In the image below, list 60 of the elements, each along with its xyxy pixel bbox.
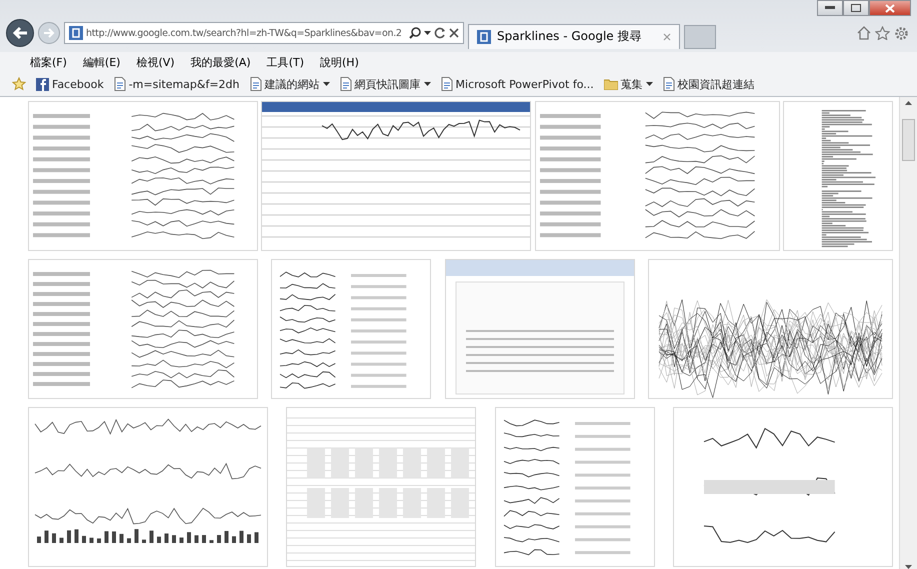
- scrollbar[interactable]: [899, 97, 917, 569]
- back-button[interactable]: [6, 19, 34, 47]
- minimize-button[interactable]: [817, 0, 843, 16]
- page-icon: [440, 77, 453, 91]
- menu-item[interactable]: 檔案(F): [30, 54, 67, 70]
- refresh-icon[interactable]: [434, 27, 446, 39]
- close-icon[interactable]: [663, 32, 672, 40]
- image-thumbnail[interactable]: [494, 407, 655, 567]
- minimize-icon: [825, 6, 835, 10]
- image-thumbnail[interactable]: [261, 101, 532, 251]
- favorites-star-icon[interactable]: [12, 77, 26, 91]
- page-icon: [250, 77, 262, 91]
- home-icon[interactable]: [857, 26, 871, 40]
- close-icon: [885, 4, 895, 12]
- tab-title: Sparklines - Google 搜尋: [497, 28, 642, 45]
- image-thumbnail[interactable]: [28, 101, 258, 251]
- image-thumbnail[interactable]: [271, 259, 432, 399]
- favorites-link[interactable]: 建議的網站: [250, 76, 330, 92]
- favorites-link[interactable]: Facebook: [36, 78, 104, 90]
- page-icon: [340, 77, 352, 91]
- close-button[interactable]: [869, 0, 911, 16]
- menu-item[interactable]: 編輯(E): [82, 54, 120, 70]
- image-thumbnail[interactable]: [534, 101, 780, 251]
- favorites-link[interactable]: -m=sitemap&f=2dh: [114, 77, 240, 91]
- image-thumbnail[interactable]: [672, 407, 893, 567]
- site-logo-icon: [36, 78, 49, 90]
- settings-icon[interactable]: [894, 26, 909, 40]
- search-icon[interactable]: [409, 27, 421, 39]
- image-thumbnail[interactable]: [444, 259, 635, 399]
- scroll-up-icon[interactable]: [905, 101, 912, 105]
- scroll-down-icon[interactable]: [905, 565, 912, 569]
- maximize-icon: [851, 4, 861, 12]
- favorites-link[interactable]: 校園資訊超連結: [662, 76, 755, 92]
- image-thumbnail[interactable]: [28, 407, 268, 567]
- favorites-link[interactable]: Microsoft PowerPivot fo...: [440, 77, 594, 91]
- menu-item[interactable]: 工具(T): [266, 54, 304, 70]
- address-field[interactable]: http://www.google.com.tw/search?hl=zh-TW&q=Sparklines&bav=on.2: [64, 22, 464, 44]
- scroll-thumb[interactable]: [902, 119, 915, 161]
- site-icon: [69, 26, 83, 40]
- menu-item[interactable]: 我的最愛(A): [190, 54, 251, 70]
- stop-icon[interactable]: [449, 28, 459, 38]
- image-thumbnail[interactable]: [782, 101, 893, 251]
- favorites-link[interactable]: 網頁快訊圖庫: [340, 76, 431, 92]
- dropdown-caret-icon[interactable]: [424, 31, 431, 35]
- arrow-right-icon: [43, 28, 55, 38]
- image-thumbnail[interactable]: [286, 407, 476, 567]
- image-thumbnail[interactable]: [648, 259, 893, 399]
- arrow-left-icon: [12, 26, 28, 40]
- forward-button[interactable]: [38, 22, 60, 44]
- page-icon: [662, 77, 675, 91]
- favorites-link[interactable]: 蒐集: [604, 76, 653, 92]
- maximize-button[interactable]: [843, 0, 869, 16]
- menu-item[interactable]: 說明(H): [320, 54, 359, 70]
- page-icon: [114, 77, 126, 91]
- image-thumbnail[interactable]: [28, 259, 258, 399]
- browser-tab[interactable]: Sparklines - Google 搜尋: [468, 24, 680, 48]
- site-icon: [477, 30, 491, 44]
- menu-item[interactable]: 檢視(V): [136, 54, 175, 70]
- folder-icon: [604, 78, 618, 90]
- star-icon[interactable]: [875, 26, 890, 40]
